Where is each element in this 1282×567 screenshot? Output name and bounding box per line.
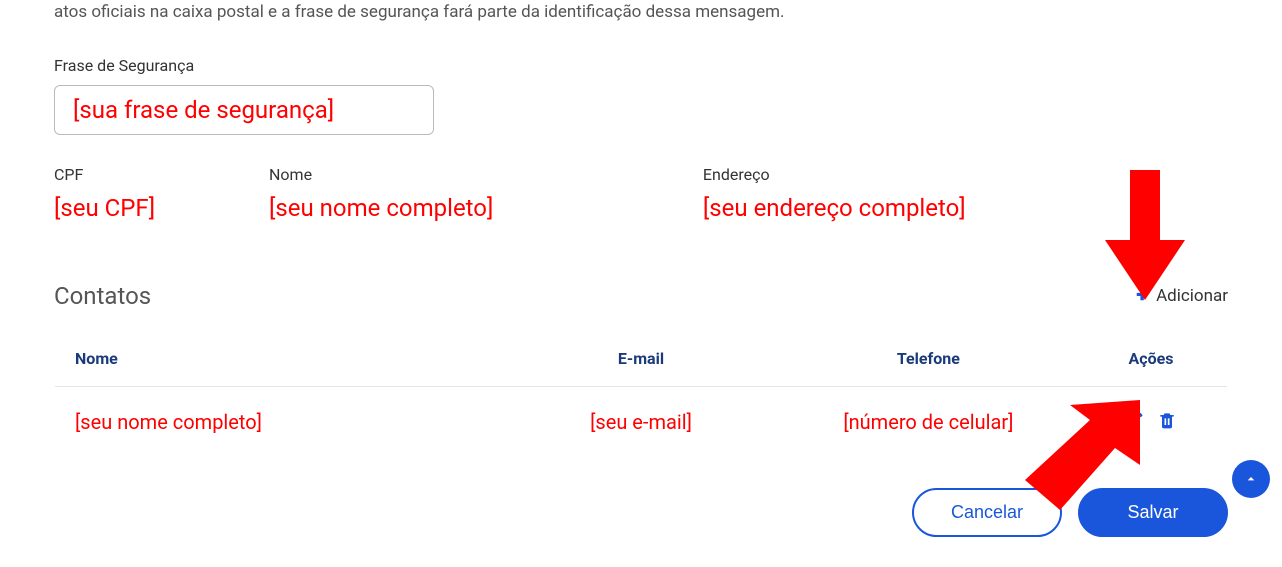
cpf-field: CPF [seu CPF] — [54, 165, 239, 222]
col-header-acoes: Ações — [1075, 330, 1228, 386]
plus-icon: + — [1136, 285, 1148, 307]
cpf-label: CPF — [54, 165, 239, 184]
cancel-button[interactable]: Cancelar — [912, 488, 1062, 537]
save-button[interactable]: Salvar — [1078, 488, 1228, 537]
add-contact-button[interactable]: + Adicionar — [1136, 285, 1228, 307]
table-row: [seu nome completo] [seu e-mail] [número… — [55, 386, 1228, 457]
endereco-label: Endereço — [703, 165, 1228, 184]
row-email: [seu e-mail] — [500, 386, 782, 457]
intro-text: atos oficiais na caixa postal e a frase … — [54, 0, 1228, 26]
edit-icon — [1125, 410, 1145, 430]
col-header-nome: Nome — [55, 330, 501, 386]
row-nome: [seu nome completo] — [55, 386, 501, 457]
endereco-field: Endereço [seu endereço completo] — [703, 165, 1228, 222]
cpf-value: [seu CPF] — [54, 194, 239, 222]
row-telefone: [número de celular] — [782, 386, 1075, 457]
edit-button[interactable] — [1125, 410, 1145, 435]
contacts-table: Nome E-mail Telefone Ações [seu nome com… — [54, 330, 1228, 458]
scroll-top-button[interactable] — [1232, 460, 1270, 498]
contacts-title: Contatos — [54, 282, 151, 310]
trash-icon — [1157, 410, 1177, 430]
delete-button[interactable] — [1157, 410, 1177, 435]
col-header-email: E-mail — [500, 330, 782, 386]
security-phrase-label: Frase de Segurança — [54, 56, 1228, 75]
nome-value: [seu nome completo] — [269, 194, 673, 222]
security-phrase-group: Frase de Segurança [sua frase de seguran… — [54, 56, 1228, 135]
col-header-telefone: Telefone — [782, 330, 1075, 386]
endereco-value: [seu endereço completo] — [703, 194, 1228, 222]
chevron-up-icon — [1243, 471, 1259, 487]
add-contact-label: Adicionar — [1156, 286, 1228, 306]
nome-field: Nome [seu nome completo] — [269, 165, 673, 222]
security-phrase-input[interactable]: [sua frase de segurança] — [54, 85, 434, 135]
nome-label: Nome — [269, 165, 673, 184]
